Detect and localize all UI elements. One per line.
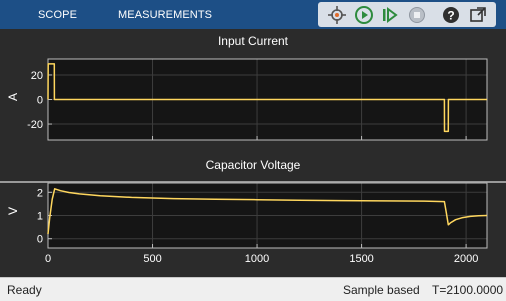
x-tick-label: 2000 [454,253,478,265]
help-button[interactable]: ? [440,4,462,26]
undock-button[interactable] [467,4,489,26]
y-tick-label: 2 [37,187,43,199]
x-tick-label: 1000 [245,253,269,265]
highlight-block-icon [328,6,346,24]
stop-icon [409,7,425,23]
toolstrip: SCOPE MEASUREMENTS ? [0,0,506,29]
status-sample-mode: Sample based [343,283,420,297]
tab-measurements[interactable]: MEASUREMENTS [118,0,212,29]
scope-display: Input Current A 20 0 -20 Capacitor Voltage… [0,29,506,277]
toolbar-panel: ? [318,2,496,27]
x-tick-label: 500 [143,253,161,265]
y-tick-label: 0 [37,234,43,246]
run-icon [355,6,373,24]
step-forward-icon [383,7,398,23]
run-button[interactable] [353,4,375,26]
x-tick-label: 0 [45,253,51,265]
status-ready: Ready [7,283,42,297]
undock-icon [470,7,486,22]
axes-capacitor-voltage[interactable]: 0 1 2 0 500 1000 1500 2000 [0,29,506,277]
stop-button[interactable] [406,4,428,26]
svg-text:?: ? [447,9,454,23]
tab-scope[interactable]: SCOPE [38,0,77,29]
y-tick-label: 1 [37,211,43,223]
help-icon: ? [443,7,459,23]
highlight-block-button[interactable] [326,4,348,26]
status-bar: Ready Sample based T=2100.0000 [0,277,506,301]
status-time: T=2100.0000 [432,283,504,297]
x-tick-label: 1500 [349,253,373,265]
step-forward-button[interactable] [379,4,401,26]
